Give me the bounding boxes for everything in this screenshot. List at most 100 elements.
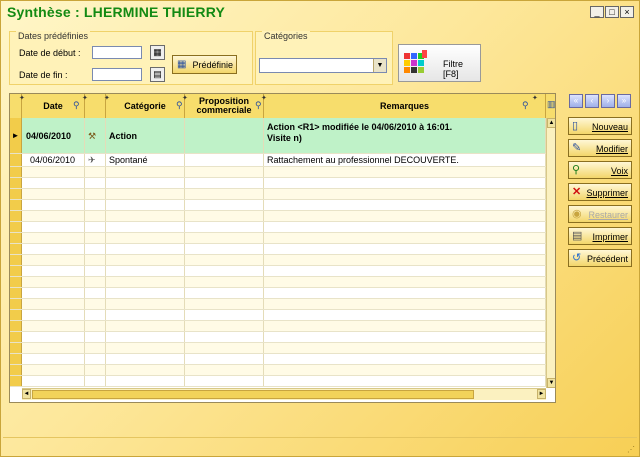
row-selector[interactable] bbox=[10, 299, 22, 309]
view-button[interactable]: ⚲ Voix bbox=[568, 161, 632, 179]
horizontal-scrollbar[interactable]: ◄ ► bbox=[22, 388, 546, 400]
delete-button[interactable]: ✕ Supprimer bbox=[568, 183, 632, 201]
scroll-up-button[interactable]: ▲ bbox=[547, 118, 555, 128]
table-row-empty[interactable] bbox=[10, 244, 546, 255]
empty-cell bbox=[185, 321, 264, 331]
next-record-button[interactable]: › bbox=[601, 94, 615, 108]
row-selector[interactable]: ► bbox=[10, 118, 22, 153]
row-selector[interactable] bbox=[10, 277, 22, 287]
row-selector[interactable] bbox=[10, 332, 22, 342]
table-row-empty[interactable] bbox=[10, 233, 546, 244]
table-row-empty[interactable] bbox=[10, 354, 546, 365]
row-selector[interactable] bbox=[10, 288, 22, 298]
edit-button[interactable]: ✎ Modifier bbox=[568, 139, 632, 157]
categories-select[interactable]: ▼ bbox=[259, 58, 387, 73]
pin-icon[interactable]: ✦ bbox=[532, 94, 538, 102]
maximize-button[interactable]: □ bbox=[605, 6, 619, 18]
pin-icon[interactable]: ✦ bbox=[19, 94, 25, 102]
header-icon[interactable] bbox=[85, 94, 106, 118]
table-row-empty[interactable] bbox=[10, 299, 546, 310]
table-row[interactable]: ► 04/06/2010 ⚒ Action Action <R1> modifi… bbox=[10, 118, 546, 154]
table-row-empty[interactable] bbox=[10, 167, 546, 178]
table-row-empty[interactable] bbox=[10, 321, 546, 332]
double-chevron-right-icon: » bbox=[621, 96, 627, 105]
row-selector[interactable] bbox=[10, 365, 22, 375]
header-proposition[interactable]: Proposition commerciale bbox=[185, 94, 264, 118]
print-button[interactable]: ▤ Imprimer bbox=[568, 227, 632, 245]
end-date-input[interactable] bbox=[92, 68, 142, 81]
previous-button[interactable]: ↺ Précédent bbox=[568, 249, 632, 267]
scroll-right-button[interactable]: ► bbox=[537, 389, 546, 399]
horizontal-scroll-thumb[interactable] bbox=[32, 390, 474, 399]
scroll-left-button[interactable]: ◄ bbox=[22, 389, 31, 399]
new-button[interactable]: ▯ Nouveau bbox=[568, 117, 632, 135]
pin-icon[interactable]: ✦ bbox=[182, 94, 188, 102]
resize-grip-icon[interactable]: ⋰ bbox=[627, 445, 635, 454]
row-selector[interactable] bbox=[10, 376, 22, 386]
edit-icon: ✎ bbox=[572, 142, 582, 154]
restore-button[interactable]: ◉ Restaurer bbox=[568, 205, 632, 223]
print-label: Imprimer bbox=[592, 232, 629, 242]
table-row-empty[interactable] bbox=[10, 200, 546, 211]
empty-cell bbox=[185, 233, 264, 243]
table-row-empty[interactable] bbox=[10, 332, 546, 343]
row-selector[interactable] bbox=[10, 255, 22, 265]
row-selector[interactable] bbox=[10, 178, 22, 188]
empty-cell bbox=[85, 255, 106, 265]
start-calendar-button[interactable]: ▦ bbox=[150, 45, 165, 60]
predefined-button[interactable]: ▦ Prédéfinie bbox=[172, 55, 237, 74]
search-icon[interactable]: ⚲ bbox=[522, 100, 529, 111]
table-row-empty[interactable] bbox=[10, 178, 546, 189]
title-bar[interactable]: Synthèse : LHERMINE THIERRY _ □ × bbox=[1, 1, 639, 23]
table-row-empty[interactable] bbox=[10, 266, 546, 277]
row-selector[interactable] bbox=[10, 167, 22, 177]
table-row-empty[interactable] bbox=[10, 343, 546, 354]
header-category[interactable]: Catégorie bbox=[106, 94, 185, 118]
first-record-button[interactable]: « bbox=[569, 94, 583, 108]
row-selector[interactable] bbox=[10, 189, 22, 199]
row-selector[interactable] bbox=[10, 321, 22, 331]
table-row-empty[interactable] bbox=[10, 365, 546, 376]
close-button[interactable]: × bbox=[620, 6, 634, 18]
search-icon[interactable]: ⚲ bbox=[176, 100, 183, 111]
table-row-empty[interactable] bbox=[10, 255, 546, 266]
column-config-icon[interactable]: ▥ bbox=[547, 99, 555, 110]
table-row-empty[interactable] bbox=[10, 277, 546, 288]
pin-icon[interactable]: ✦ bbox=[261, 94, 267, 102]
pin-icon[interactable]: ✦ bbox=[82, 94, 88, 102]
pin-icon[interactable]: ✦ bbox=[104, 94, 110, 102]
table-row[interactable]: 04/06/2010 ✈ Spontané Rattachement au pr… bbox=[10, 154, 546, 167]
table-row-empty[interactable] bbox=[10, 376, 546, 387]
synthesis-table: Date Catégorie Proposition commerciale R… bbox=[9, 93, 556, 403]
row-selector[interactable] bbox=[10, 244, 22, 254]
row-selector[interactable] bbox=[10, 211, 22, 221]
row-selector[interactable] bbox=[10, 233, 22, 243]
row-selector[interactable] bbox=[10, 354, 22, 364]
table-row-empty[interactable] bbox=[10, 222, 546, 233]
vertical-scrollbar[interactable]: ▲ ▼ bbox=[546, 118, 555, 388]
cell-remarks: Action <R1> modifiée le 04/06/2010 à 16:… bbox=[264, 118, 546, 153]
table-row-empty[interactable] bbox=[10, 310, 546, 321]
end-calendar-button[interactable]: ▤ bbox=[150, 67, 165, 82]
row-selector[interactable] bbox=[10, 154, 22, 166]
empty-cell bbox=[106, 299, 185, 309]
chevron-down-icon[interactable]: ▼ bbox=[373, 59, 386, 72]
header-remarks[interactable]: Remarques bbox=[264, 94, 546, 118]
search-icon[interactable]: ⚲ bbox=[255, 100, 262, 111]
filter-button[interactable]: Filtre [F8] bbox=[398, 44, 481, 82]
last-record-button[interactable]: » bbox=[617, 94, 631, 108]
scroll-down-button[interactable]: ▼ bbox=[547, 378, 555, 388]
row-selector[interactable] bbox=[10, 200, 22, 210]
search-icon[interactable]: ⚲ bbox=[73, 100, 80, 111]
previous-record-button[interactable]: ‹ bbox=[585, 94, 599, 108]
table-row-empty[interactable] bbox=[10, 211, 546, 222]
table-row-empty[interactable] bbox=[10, 288, 546, 299]
row-selector[interactable] bbox=[10, 222, 22, 232]
start-date-input[interactable] bbox=[92, 46, 142, 59]
table-row-empty[interactable] bbox=[10, 189, 546, 200]
row-selector[interactable] bbox=[10, 266, 22, 276]
minimize-button[interactable]: _ bbox=[590, 6, 604, 18]
empty-cell bbox=[22, 343, 85, 353]
row-selector[interactable] bbox=[10, 310, 22, 320]
row-selector[interactable] bbox=[10, 343, 22, 353]
